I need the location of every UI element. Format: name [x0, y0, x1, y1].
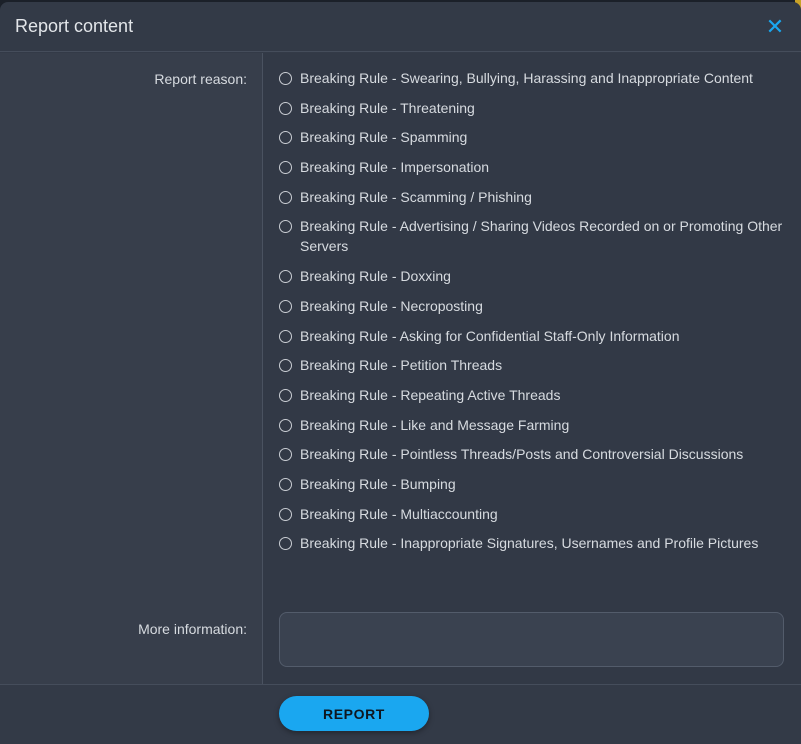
report-reason-radio-group: Breaking Rule - Swearing, Bullying, Hara… [279, 70, 784, 565]
radio-button[interactable] [279, 220, 292, 234]
radio-label: Breaking Rule - Threatening [300, 99, 475, 116]
radio-label: Breaking Rule - Spamming [300, 129, 468, 146]
radio-button[interactable] [279, 537, 292, 551]
more-information-label: More information: [138, 621, 247, 637]
report-reason-option[interactable]: Breaking Rule - Scamming / Phishing [279, 189, 784, 207]
label-column: Report reason: More information: [0, 53, 263, 684]
close-icon[interactable]: ✕ [765, 15, 785, 37]
dialog-header: Report content ✕ [0, 2, 801, 52]
radio-button[interactable] [279, 131, 292, 145]
radio-button[interactable] [279, 329, 292, 343]
radio-button[interactable] [279, 477, 292, 491]
report-reason-option[interactable]: Breaking Rule - Repeating Active Threads [279, 387, 784, 405]
radio-label: Breaking Rule - Swearing, Bullying, Hara… [300, 70, 753, 86]
radio-button[interactable] [279, 448, 292, 462]
radio-label: Breaking Rule - Necroposting [300, 297, 483, 314]
radio-button[interactable] [279, 418, 292, 432]
report-button[interactable]: REPORT [279, 696, 429, 731]
report-reason-option[interactable]: Breaking Rule - Spamming [279, 129, 784, 147]
report-reason-option[interactable]: Breaking Rule - Impersonation [279, 159, 784, 177]
radio-button[interactable] [279, 388, 292, 402]
radio-label: Breaking Rule - Inappropriate Signatures… [300, 535, 759, 552]
report-reason-option[interactable]: Breaking Rule - Petition Threads [279, 357, 784, 375]
radio-button[interactable] [279, 270, 292, 284]
radio-button[interactable] [279, 161, 292, 175]
report-reason-option[interactable]: Breaking Rule - Swearing, Bullying, Hara… [279, 70, 784, 88]
radio-button[interactable] [279, 507, 292, 521]
report-reason-option[interactable]: Breaking Rule - Doxxing [279, 268, 784, 286]
dialog-title: Report content [15, 16, 134, 36]
radio-button[interactable] [279, 101, 292, 115]
radio-button[interactable] [279, 190, 292, 204]
radio-label: Breaking Rule - Doxxing [300, 268, 451, 285]
radio-label: Breaking Rule - Multiaccounting [300, 505, 498, 522]
radio-label: Breaking Rule - Pointless Threads/Posts … [300, 446, 744, 463]
dialog-body: Report reason: More information: Breakin… [0, 53, 801, 684]
radio-button[interactable] [279, 299, 292, 313]
report-reason-option[interactable]: Breaking Rule - Inappropriate Signatures… [279, 535, 784, 553]
dialog-footer: REPORT [0, 684, 801, 744]
radio-label: Breaking Rule - Advertising / Sharing Vi… [300, 218, 783, 255]
report-reason-option[interactable]: Breaking Rule - Pointless Threads/Posts … [279, 446, 784, 464]
report-dialog: Report content ✕ Report reason: More inf… [0, 2, 801, 744]
report-reason-option[interactable]: Breaking Rule - Threatening [279, 100, 784, 118]
radio-label: Breaking Rule - Scamming / Phishing [300, 188, 532, 205]
radio-label: Breaking Rule - Bumping [300, 475, 456, 492]
report-reason-option[interactable]: Breaking Rule - Multiaccounting [279, 506, 784, 524]
more-information-field[interactable] [279, 612, 784, 667]
field-column: Breaking Rule - Swearing, Bullying, Hara… [263, 53, 801, 684]
radio-button[interactable] [279, 359, 292, 373]
radio-label: Breaking Rule - Asking for Confidential … [300, 327, 680, 344]
radio-label: Breaking Rule - Repeating Active Threads [300, 386, 561, 403]
report-reason-option[interactable]: Breaking Rule - Asking for Confidential … [279, 328, 784, 346]
radio-label: Breaking Rule - Like and Message Farming [300, 416, 570, 433]
report-reason-option[interactable]: Breaking Rule - Bumping [279, 476, 784, 494]
report-reason-option[interactable]: Breaking Rule - Necroposting [279, 298, 784, 316]
report-reason-option[interactable]: Breaking Rule - Like and Message Farming [279, 417, 784, 435]
radio-label: Breaking Rule - Impersonation [300, 159, 490, 176]
report-reason-label: Report reason: [154, 71, 247, 87]
radio-label: Breaking Rule - Petition Threads [300, 357, 503, 374]
radio-button[interactable] [279, 72, 292, 85]
report-reason-option[interactable]: Breaking Rule - Advertising / Sharing Vi… [279, 218, 784, 256]
